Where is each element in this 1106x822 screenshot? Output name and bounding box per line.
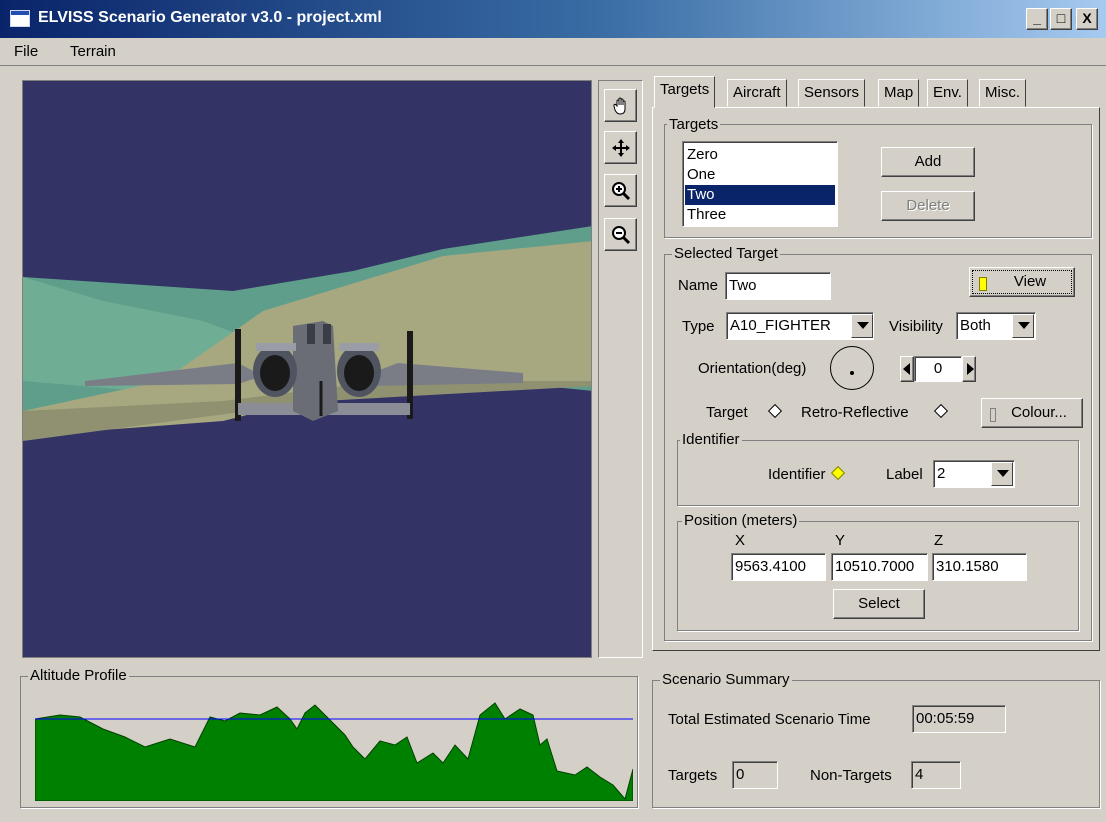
altitude-profile-group — [20, 676, 638, 808]
y-label: Y — [835, 532, 846, 549]
list-item[interactable]: One — [685, 165, 835, 185]
tab-misc[interactable]: Misc. — [979, 79, 1026, 107]
view-toolbar — [598, 80, 643, 658]
scenario-summary-title: Scenario Summary — [660, 671, 792, 688]
targets-count-label: Targets — [668, 767, 718, 784]
orientation-label: Orientation(deg) — [698, 360, 807, 377]
label-label: Label — [886, 466, 923, 483]
position-group-title: Position (meters) — [682, 512, 800, 529]
maximize-button[interactable]: □ — [1050, 8, 1072, 30]
visibility-label: Visibility — [889, 318, 943, 335]
orientation-increment[interactable] — [962, 356, 976, 382]
list-item-selected[interactable]: Two — [685, 185, 835, 205]
dial-indicator — [850, 371, 854, 375]
window-title: ELVISS Scenario Generator v3.0 - project… — [38, 9, 382, 26]
y-field[interactable]: 10510.7000 — [831, 553, 928, 581]
x-field[interactable]: 9563.4100 — [731, 553, 826, 581]
type-dropdown-arrow[interactable] — [851, 314, 873, 338]
type-label: Type — [682, 318, 715, 335]
targets-group-title: Targets — [667, 116, 721, 133]
select-button[interactable]: Select — [833, 589, 925, 619]
targets-list[interactable]: Zero One Two Three — [682, 141, 838, 227]
visibility-dropdown-arrow[interactable] — [1012, 314, 1034, 338]
list-item[interactable]: Three — [685, 205, 835, 225]
retro-reflective-label: Retro-Reflective — [801, 404, 909, 421]
hand-pan-icon[interactable] — [604, 89, 637, 122]
identifier-group-title: Identifier — [680, 431, 742, 448]
list-item[interactable]: Zero — [685, 145, 835, 165]
selected-target-title: Selected Target — [672, 245, 780, 262]
zoom-in-icon[interactable] — [604, 174, 637, 207]
z-field[interactable]: 310.1580 — [932, 553, 1027, 581]
move-arrows-icon[interactable] — [604, 131, 637, 164]
title-bar[interactable]: ELVISS Scenario Generator v3.0 - project… — [0, 0, 1106, 38]
non-targets-field: 4 — [911, 761, 961, 789]
orientation-decrement[interactable] — [900, 356, 914, 382]
delete-button[interactable]: Delete — [881, 191, 975, 221]
target-radio-label: Target — [706, 404, 748, 421]
colour-swatch — [990, 408, 996, 422]
menu-file[interactable]: File — [14, 43, 38, 60]
orientation-dial[interactable] — [830, 346, 874, 390]
app-icon — [10, 10, 30, 27]
altitude-profile-title: Altitude Profile — [28, 667, 129, 684]
view-color-swatch — [979, 277, 987, 291]
time-label: Total Estimated Scenario Time — [668, 711, 871, 728]
tab-aircraft[interactable]: Aircraft — [727, 79, 787, 107]
name-label: Name — [678, 277, 719, 294]
menu-bar: File Terrain — [0, 38, 1106, 66]
3d-viewport[interactable] — [22, 80, 592, 658]
close-button[interactable]: X — [1076, 8, 1098, 30]
tab-sensors[interactable]: Sensors — [798, 79, 866, 107]
tab-env[interactable]: Env. — [927, 79, 968, 107]
x-label: X — [735, 532, 746, 549]
label-dropdown-arrow[interactable] — [991, 462, 1013, 486]
identifier-group — [677, 440, 1079, 506]
minimize-button[interactable]: _ — [1026, 8, 1048, 30]
view-button[interactable]: View — [969, 267, 1075, 297]
orientation-field[interactable]: 0 — [914, 356, 962, 382]
identifier-label: Identifier — [768, 466, 826, 483]
scenario-summary-group — [652, 680, 1100, 808]
terrain-scene — [23, 226, 591, 441]
add-button[interactable]: Add — [881, 147, 975, 177]
non-targets-label: Non-Targets — [810, 767, 892, 784]
z-label: Z — [934, 532, 944, 549]
time-field: 00:05:59 — [912, 705, 1006, 733]
tab-targets[interactable]: Targets — [654, 76, 716, 108]
tab-map[interactable]: Map — [878, 79, 920, 107]
menu-terrain[interactable]: Terrain — [70, 43, 116, 60]
colour-button[interactable]: Colour... — [981, 398, 1083, 428]
zoom-out-icon[interactable] — [604, 218, 637, 251]
name-field[interactable]: Two — [725, 272, 831, 300]
altitude-profile-chart — [35, 702, 633, 801]
targets-count-field: 0 — [732, 761, 778, 789]
